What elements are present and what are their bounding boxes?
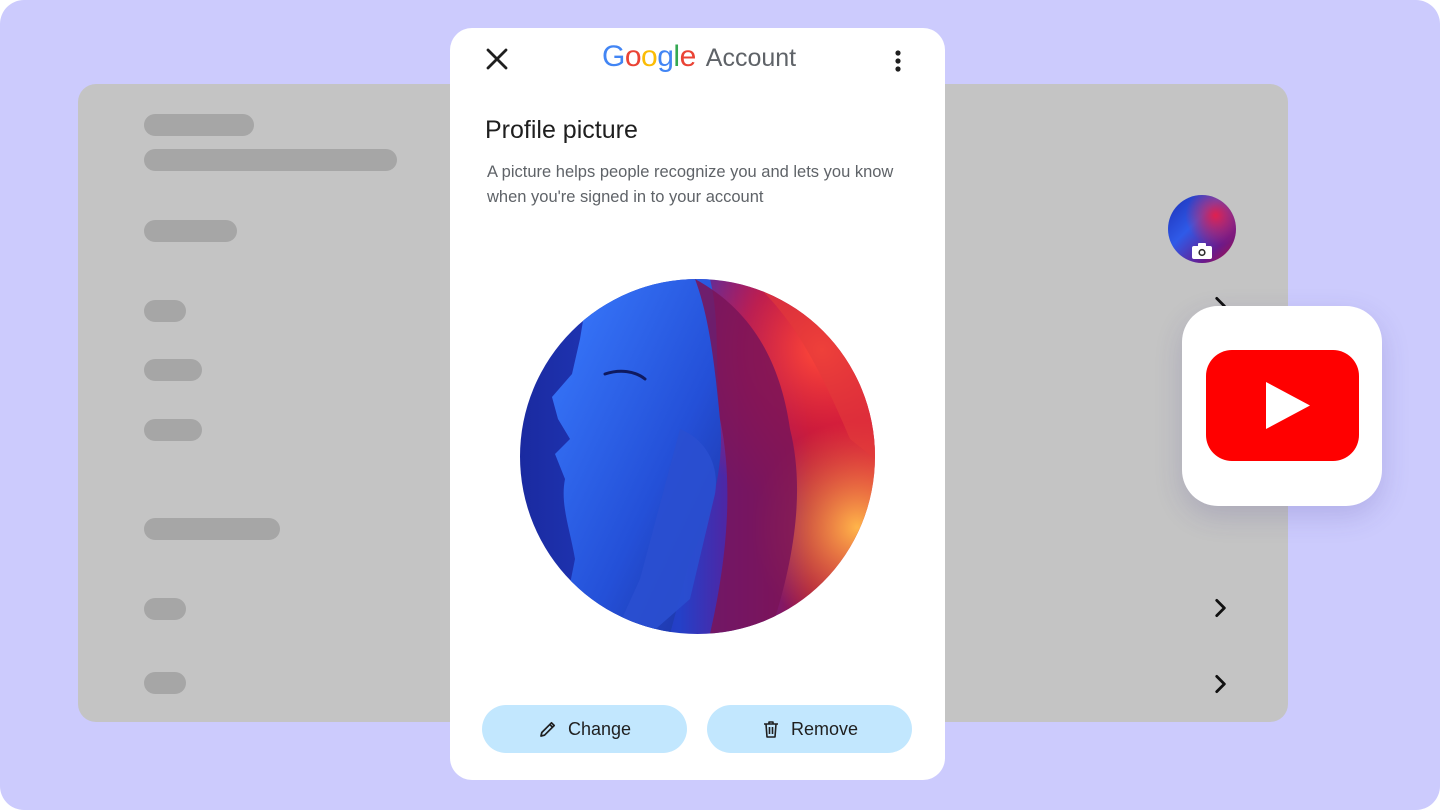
remove-button[interactable]: Remove bbox=[707, 705, 912, 753]
close-icon[interactable] bbox=[482, 44, 512, 74]
placeholder-bar bbox=[144, 359, 202, 381]
profile-picture-dialog: Google Account Profile picture A picture… bbox=[450, 28, 945, 780]
placeholder-bar bbox=[144, 220, 237, 242]
page-title: Profile picture bbox=[485, 116, 638, 144]
camera-icon bbox=[1192, 243, 1212, 259]
placeholder-bar bbox=[144, 672, 186, 694]
chevron-right-icon[interactable] bbox=[1207, 671, 1233, 697]
change-button[interactable]: Change bbox=[482, 705, 687, 753]
pencil-icon bbox=[540, 721, 556, 737]
google-logo: Google bbox=[602, 40, 696, 73]
placeholder-bar bbox=[144, 598, 186, 620]
account-label: Account bbox=[705, 44, 797, 72]
placeholder-bar bbox=[144, 300, 186, 322]
remove-button-label: Remove bbox=[790, 718, 859, 739]
placeholder-bar bbox=[144, 518, 280, 540]
change-button-label: Change bbox=[567, 718, 632, 739]
youtube-app-tile[interactable] bbox=[1182, 306, 1382, 506]
profile-photo bbox=[520, 279, 875, 634]
google-account-brand: Google Account bbox=[602, 40, 796, 80]
chevron-right-icon[interactable] bbox=[1207, 595, 1233, 621]
youtube-logo-icon bbox=[1206, 350, 1359, 461]
description-text: A picture helps people recognize you and… bbox=[487, 163, 894, 206]
backdrop: Google Account Profile picture A picture… bbox=[0, 0, 1440, 810]
trash-icon bbox=[763, 721, 778, 738]
placeholder-bar bbox=[144, 114, 254, 136]
placeholder-bar bbox=[144, 149, 397, 171]
placeholder-bar bbox=[144, 419, 202, 441]
more-vert-icon[interactable] bbox=[886, 46, 910, 76]
